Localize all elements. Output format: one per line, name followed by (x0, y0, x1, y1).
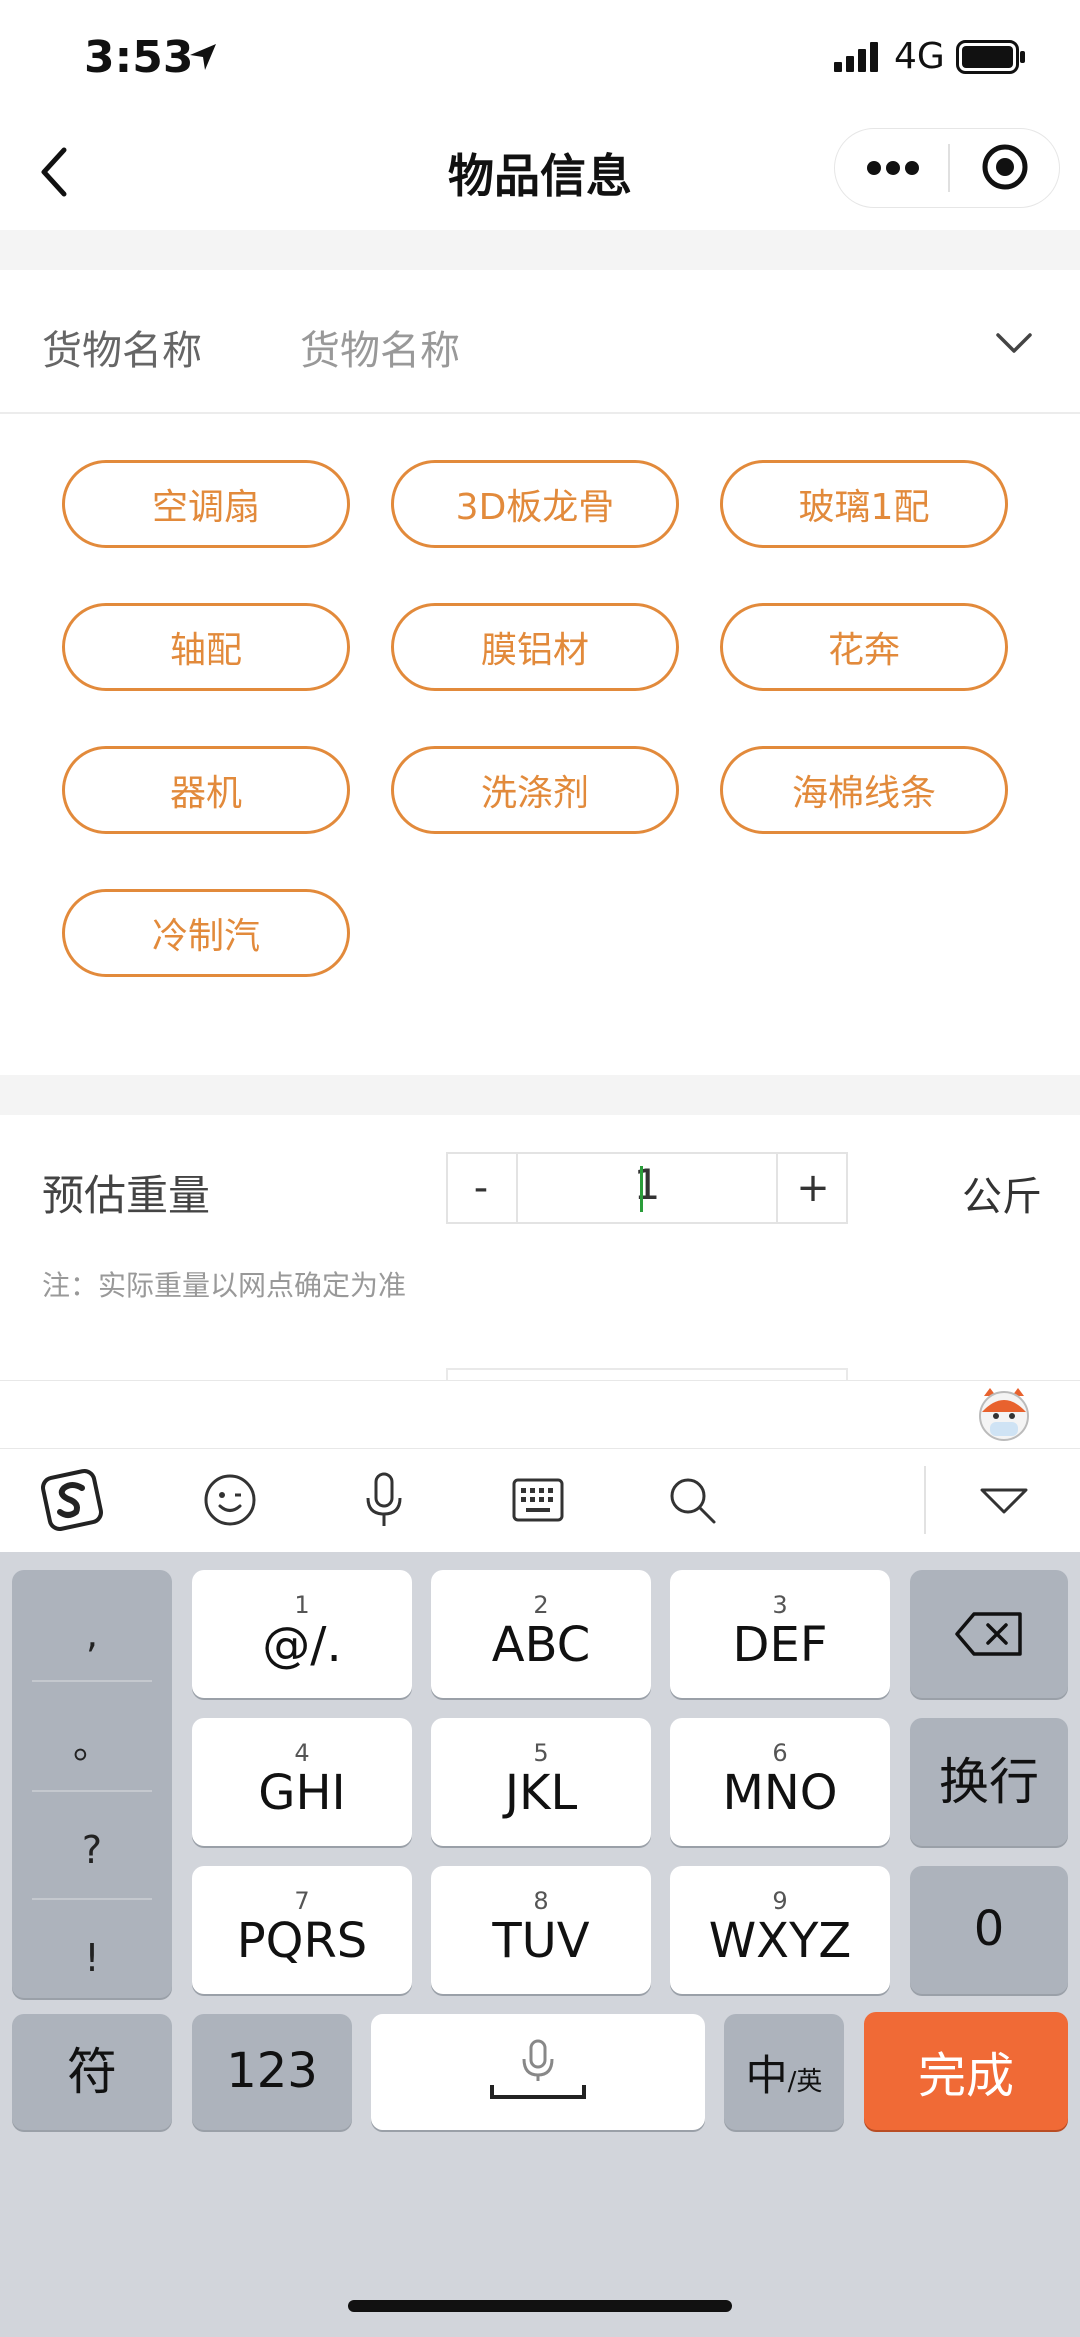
keyboard-candidate-bar (0, 1380, 1080, 1448)
key-number: 1 (294, 1591, 310, 1620)
divider (32, 1898, 152, 1900)
divider (32, 1680, 152, 1682)
exclamation-key[interactable]: ! (12, 1904, 172, 2011)
key-3[interactable]: 3 DEF (670, 1570, 890, 1698)
battery-icon (956, 40, 1025, 74)
sogou-logo-icon[interactable] (40, 1468, 104, 1532)
emoji-icon[interactable] (198, 1468, 262, 1532)
weight-input[interactable]: 1 (518, 1160, 776, 1209)
language-switch-key[interactable]: 中 /英 (724, 2014, 844, 2130)
key-number: 5 (533, 1739, 549, 1768)
key-7[interactable]: 7 PQRS (192, 1866, 412, 1994)
backspace-key[interactable] (910, 1570, 1068, 1698)
increment-button[interactable]: + (776, 1152, 848, 1224)
microphone-icon[interactable] (352, 1468, 416, 1532)
key-1[interactable]: 1 @/. (192, 1570, 412, 1698)
key-label: PQRS (236, 1913, 368, 1970)
divider (0, 412, 1080, 414)
key-label: JKL (504, 1765, 578, 1822)
close-miniapp-icon[interactable] (980, 142, 1030, 192)
key-number: 9 (772, 1887, 788, 1916)
space-key[interactable] (371, 2014, 705, 2130)
comma-key[interactable]: , (12, 1580, 172, 1687)
cargo-tag[interactable]: 花奔 (720, 603, 1008, 691)
space-mic-icon (490, 2039, 586, 2099)
key-number: 4 (294, 1739, 310, 1768)
weight-note: 注：实际重量以网点确定为准 (42, 1269, 407, 1302)
signal-icon (834, 42, 878, 72)
key-label: WXYZ (708, 1913, 852, 1970)
weight-unit: 公斤 (962, 1174, 1042, 1220)
next-stepper-edge (446, 1368, 848, 1380)
toolbar-divider (924, 1466, 926, 1534)
cargo-tag[interactable]: 膜铝材 (391, 603, 679, 691)
key-label: 123 (226, 2043, 318, 2100)
key-label: GHI (258, 1765, 346, 1822)
weight-label: 预估重量 (42, 1171, 211, 1220)
capsule-divider (948, 144, 950, 192)
home-indicator (348, 2300, 732, 2312)
done-button[interactable]: 完成 (864, 2012, 1068, 2130)
key-label: @/. (262, 1617, 342, 1674)
divider (32, 1790, 152, 1792)
cargo-tag[interactable]: 器机 (62, 746, 350, 834)
key-0[interactable]: 0 (910, 1866, 1068, 1994)
language-sub: /英 (787, 2066, 823, 2097)
cargo-tag[interactable]: 玻璃1配 (720, 460, 1008, 548)
question-key[interactable]: ? (12, 1796, 172, 1903)
symbol-key[interactable]: 符 (12, 2014, 172, 2130)
key-number: 8 (533, 1887, 549, 1916)
key-5[interactable]: 5 JKL (431, 1718, 651, 1846)
cargo-tag[interactable]: 轴配 (62, 603, 350, 691)
cargo-name-input[interactable]: 货物名称 (300, 318, 460, 376)
keyboard-icon[interactable] (506, 1468, 570, 1532)
key-number: 6 (772, 1739, 788, 1768)
search-icon[interactable] (660, 1468, 724, 1532)
more-icon[interactable] (866, 158, 920, 178)
backspace-icon (955, 1612, 1022, 1656)
cargo-tag[interactable]: 洗涤剂 (391, 746, 679, 834)
language-switch-label: 中 /英 (746, 2042, 823, 2103)
key-label: ABC (491, 1617, 591, 1674)
key-label: 符 (67, 2043, 117, 2101)
cargo-tag[interactable]: 冷制汽 (62, 889, 350, 977)
collapse-keyboard-icon[interactable] (972, 1468, 1036, 1532)
decrement-button[interactable]: - (446, 1152, 518, 1224)
network-type: 4G (894, 36, 945, 77)
language-main: 中 (745, 2050, 788, 2100)
key-label: MNO (722, 1765, 838, 1822)
mascot-icon[interactable] (976, 1384, 1032, 1444)
status-time: 3:53 (84, 32, 194, 83)
location-arrow-icon (190, 44, 216, 70)
cargo-tag[interactable]: 空调扇 (62, 460, 350, 548)
cargo-name-label: 货物名称 (42, 328, 202, 374)
key-label: DEF (732, 1617, 828, 1674)
key-number: 2 (533, 1591, 549, 1620)
key-label: 0 (973, 1901, 1005, 1958)
key-number: 7 (294, 1887, 310, 1916)
text-cursor (640, 1166, 643, 1212)
key-label: 换行 (939, 1753, 1039, 1811)
key-label: TUV (492, 1913, 590, 1970)
cargo-tag[interactable]: 海棉线条 (720, 746, 1008, 834)
key-9[interactable]: 9 WXYZ (670, 1866, 890, 1994)
chevron-down-icon[interactable] (994, 330, 1034, 356)
cargo-tag[interactable]: 3D板龙骨 (391, 460, 679, 548)
newline-key[interactable]: 换行 (910, 1718, 1068, 1846)
key-4[interactable]: 4 GHI (192, 1718, 412, 1846)
key-2[interactable]: 2 ABC (431, 1570, 651, 1698)
period-key[interactable]: 。 (12, 1688, 172, 1795)
key-6[interactable]: 6 MNO (670, 1718, 890, 1846)
key-number: 3 (772, 1591, 788, 1620)
key-8[interactable]: 8 TUV (431, 1866, 651, 1994)
numeric-key[interactable]: 123 (192, 2014, 352, 2130)
